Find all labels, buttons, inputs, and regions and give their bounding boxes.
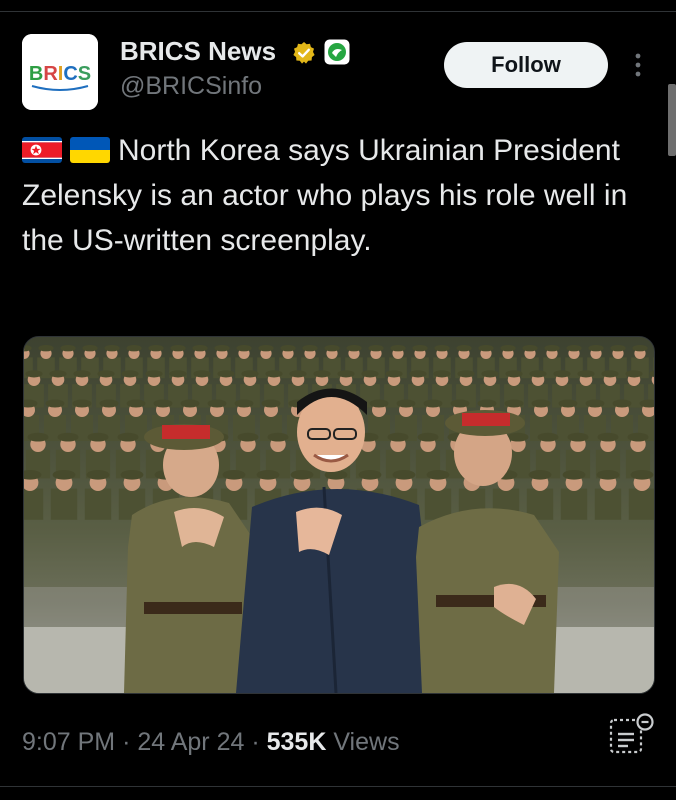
photo-image — [24, 337, 654, 693]
author-handle[interactable]: @BRICSinfo — [120, 72, 262, 101]
tweet-time[interactable]: 9:07 PM — [22, 728, 115, 756]
brics-logo-icon: BRICS — [22, 34, 98, 110]
author-name[interactable]: BRICS News — [120, 36, 276, 67]
tweet-date[interactable]: 24 Apr 24 — [137, 728, 244, 756]
meta-separator-2: · — [251, 728, 260, 756]
author-avatar[interactable]: BRICS — [22, 34, 98, 110]
svg-text:BRICS: BRICS — [29, 63, 91, 85]
bottom-divider — [0, 786, 676, 787]
tweet-photo[interactable] — [23, 336, 655, 694]
tweet-body: North Korea says Ukrainian President Zel… — [22, 134, 628, 257]
views-label: Views — [333, 728, 400, 756]
views-count: 535K — [266, 728, 327, 756]
affiliate-badge-icon[interactable] — [324, 39, 350, 65]
tweet-text: North Korea says Ukrainian President Zel… — [22, 128, 642, 263]
meta-separator-1: · — [122, 728, 131, 756]
tweet-meta-line: 9:07 PM · 24 Apr 24 · 535K Views — [22, 728, 400, 757]
more-vertical-icon[interactable] — [628, 48, 648, 82]
scrollbar-thumb[interactable] — [668, 84, 676, 156]
follow-button[interactable]: Follow — [444, 42, 608, 88]
flag-north-korea-icon — [22, 137, 62, 163]
flag-ukraine-icon — [70, 137, 110, 163]
top-divider — [0, 11, 676, 12]
post-analytics-icon[interactable] — [608, 712, 656, 756]
verified-checkmark-icon[interactable] — [292, 41, 316, 65]
